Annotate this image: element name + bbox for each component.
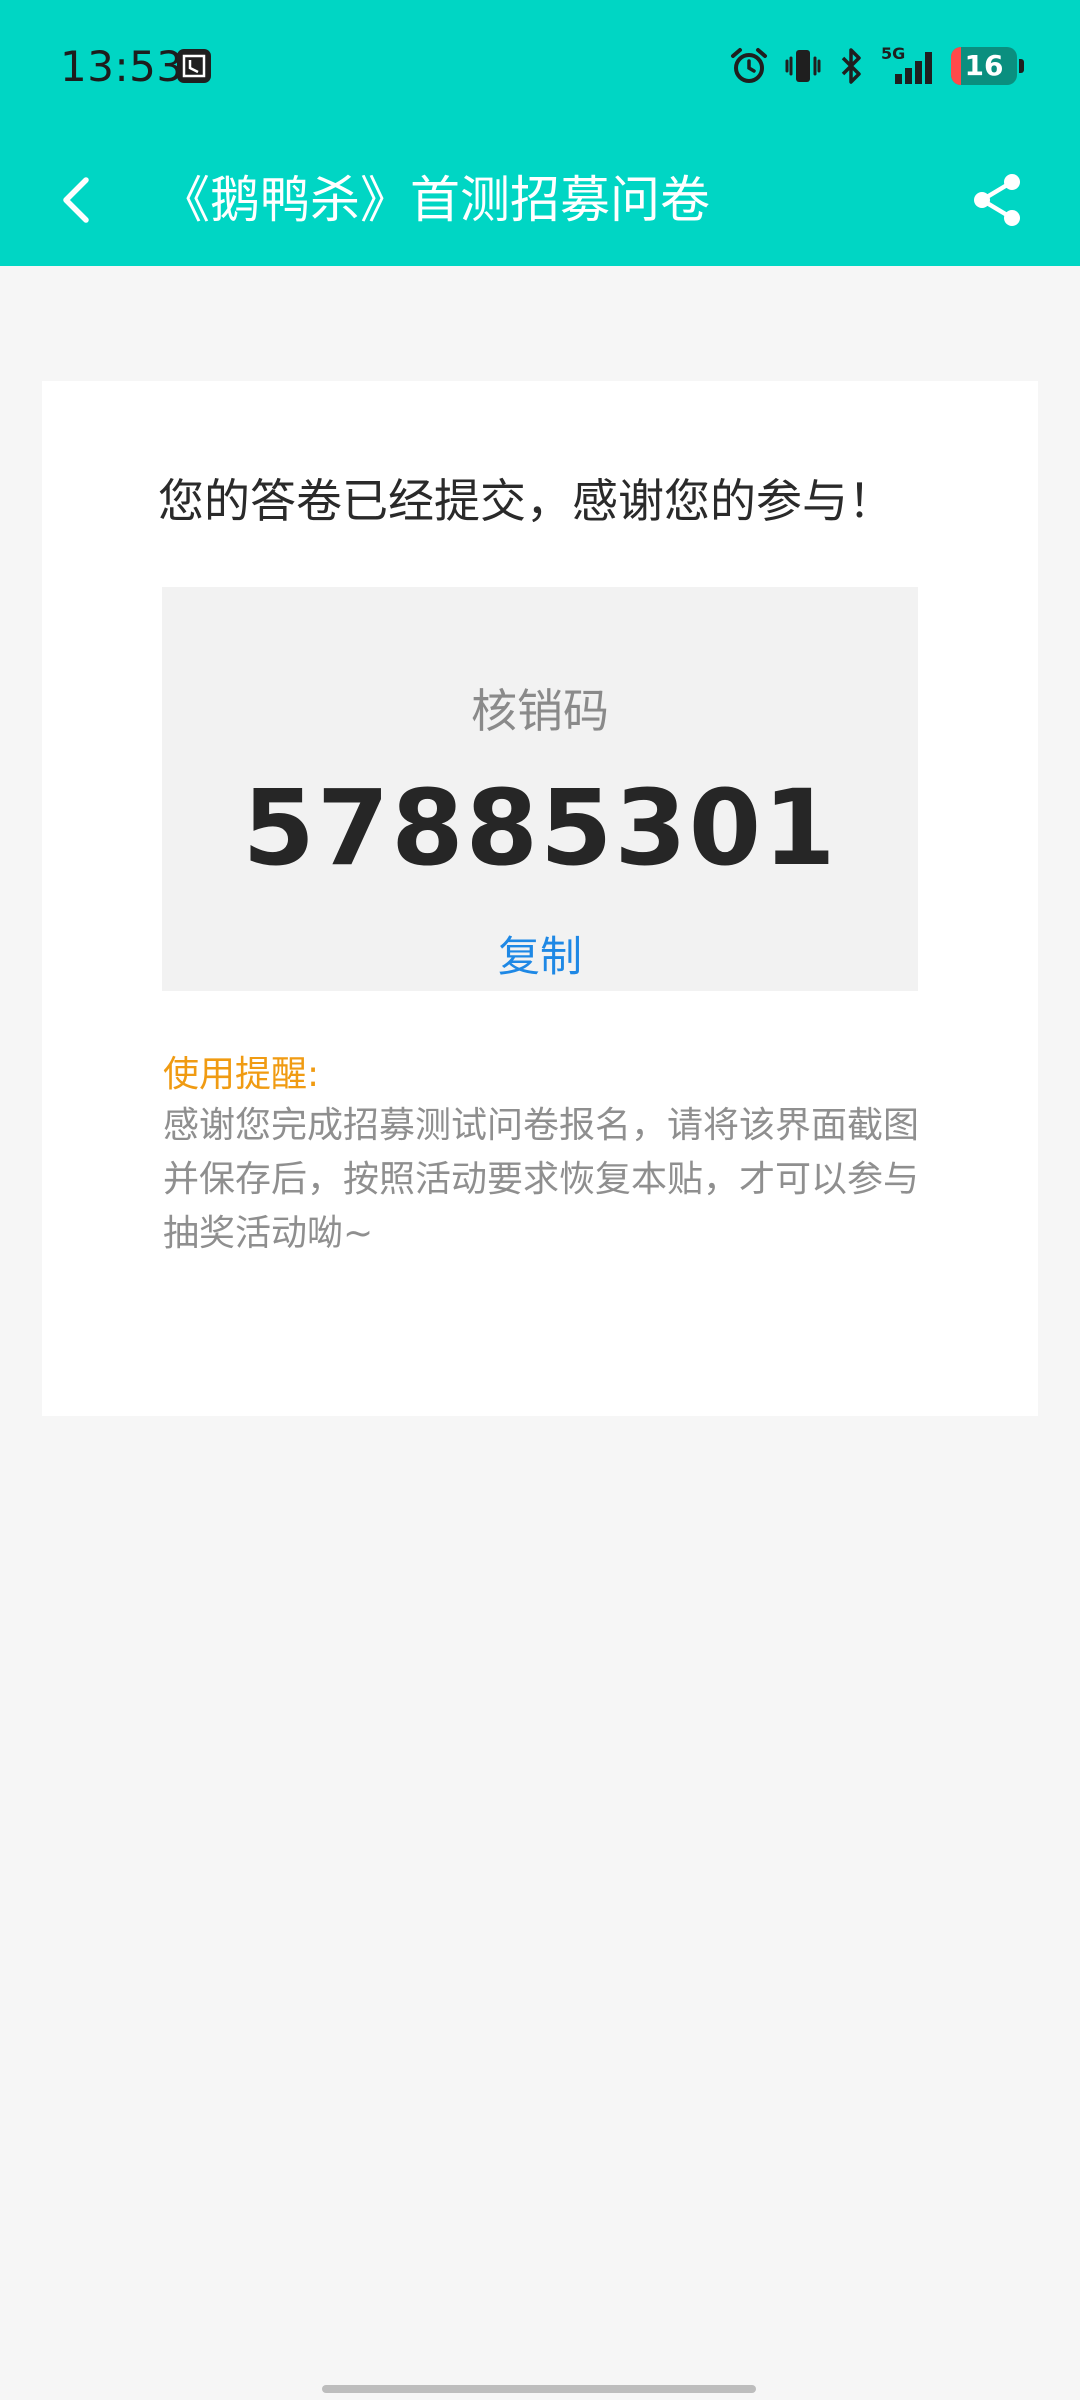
submission-success-message: 您的答卷已经提交，感谢您的参与！ xyxy=(158,474,894,528)
app-notification-icon xyxy=(177,49,211,83)
status-bar: 13:53 5G 16 xyxy=(0,0,1080,134)
share-button[interactable] xyxy=(960,162,1036,238)
battery-cap xyxy=(1019,59,1024,73)
reminder-text: 感谢您完成招募测试问卷报名，请将该界面截图并保存后，按照活动要求恢复本贴，才可以… xyxy=(163,1105,920,1254)
status-time: 13:53 xyxy=(60,42,184,91)
verification-code-label: 核销码 xyxy=(471,684,609,738)
copy-code-button[interactable]: 复制 xyxy=(162,923,918,984)
share-icon xyxy=(974,174,1020,226)
back-button[interactable] xyxy=(40,162,116,238)
alarm-icon xyxy=(731,48,767,83)
battery-level-text: 16 xyxy=(964,49,1004,82)
chevron-left-icon xyxy=(63,177,89,223)
signal-bars-icon xyxy=(895,52,932,84)
page-title: 《鹅鸭杀》首测招募问卷 xyxy=(160,171,710,229)
vibrate-icon xyxy=(785,50,821,82)
home-indicator[interactable] xyxy=(322,2385,756,2393)
verification-code-box: 核销码 57885301 复制 xyxy=(162,587,918,991)
app-bar: 《鹅鸭杀》首测招募问卷 xyxy=(0,134,1080,266)
cellular-signal: 5G xyxy=(881,44,937,86)
verification-code-value: 57885301 xyxy=(242,767,838,889)
status-icons: 5G 16 xyxy=(729,44,1024,88)
reminder-title: 使用提醒: xyxy=(163,1054,320,1095)
bluetooth-icon xyxy=(841,48,861,84)
battery-indicator: 16 xyxy=(951,47,1017,85)
result-card: 您的答卷已经提交，感谢您的参与！ 核销码 57885301 复制 使用提醒: 感… xyxy=(42,381,1038,1416)
